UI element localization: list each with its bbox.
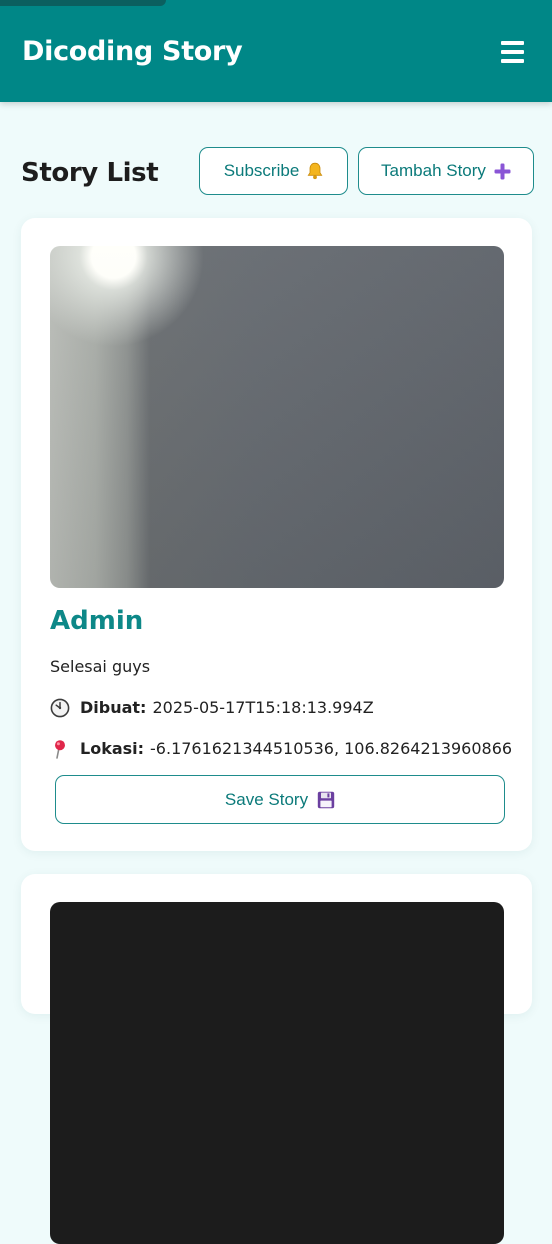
created-label: Dibuat: <box>80 698 147 717</box>
save-story-label: Save Story <box>224 789 309 809</box>
floppy-disk-icon <box>317 791 335 808</box>
add-story-label: Tambah Story <box>381 161 486 180</box>
created-value: 2025-05-17T15:18:13.994Z <box>152 698 374 717</box>
skip-link-tab <box>0 0 166 6</box>
pin-icon <box>55 740 65 759</box>
hamburger-icon <box>501 41 524 45</box>
app-header: Dicoding Story <box>0 0 552 102</box>
page-title: Story List <box>21 158 159 188</box>
story-list-header: Story List Subscribe Tambah Story <box>0 140 552 202</box>
story-photo <box>50 902 504 1244</box>
story-description: Selesai guys <box>50 657 151 676</box>
story-created: Dibuat: 2025-05-17T15:18:13.994Z <box>50 697 374 719</box>
bell-icon <box>307 162 323 180</box>
story-author: Admin <box>50 606 144 636</box>
location-value: -6.1761621344510536, 106.8264213960866 <box>150 739 513 758</box>
add-story-button[interactable]: Tambah Story <box>358 147 534 195</box>
location-label: Lokasi: <box>80 739 145 758</box>
clock-icon <box>50 698 70 718</box>
story-card <box>21 874 532 1244</box>
subscribe-button[interactable]: Subscribe <box>199 147 348 195</box>
story-location: Lokasi: -6.1761621344510536, 106.8264213… <box>50 738 512 760</box>
subscribe-label: Subscribe <box>223 161 300 180</box>
story-card: Admin Selesai guys Dibuat: 2025-05-17T15… <box>21 218 532 851</box>
menu-button[interactable] <box>501 41 525 63</box>
plus-icon <box>494 163 511 179</box>
story-photo <box>50 246 504 588</box>
app-brand[interactable]: Dicoding Story <box>22 34 243 70</box>
save-story-button[interactable]: Save Story <box>55 775 505 824</box>
